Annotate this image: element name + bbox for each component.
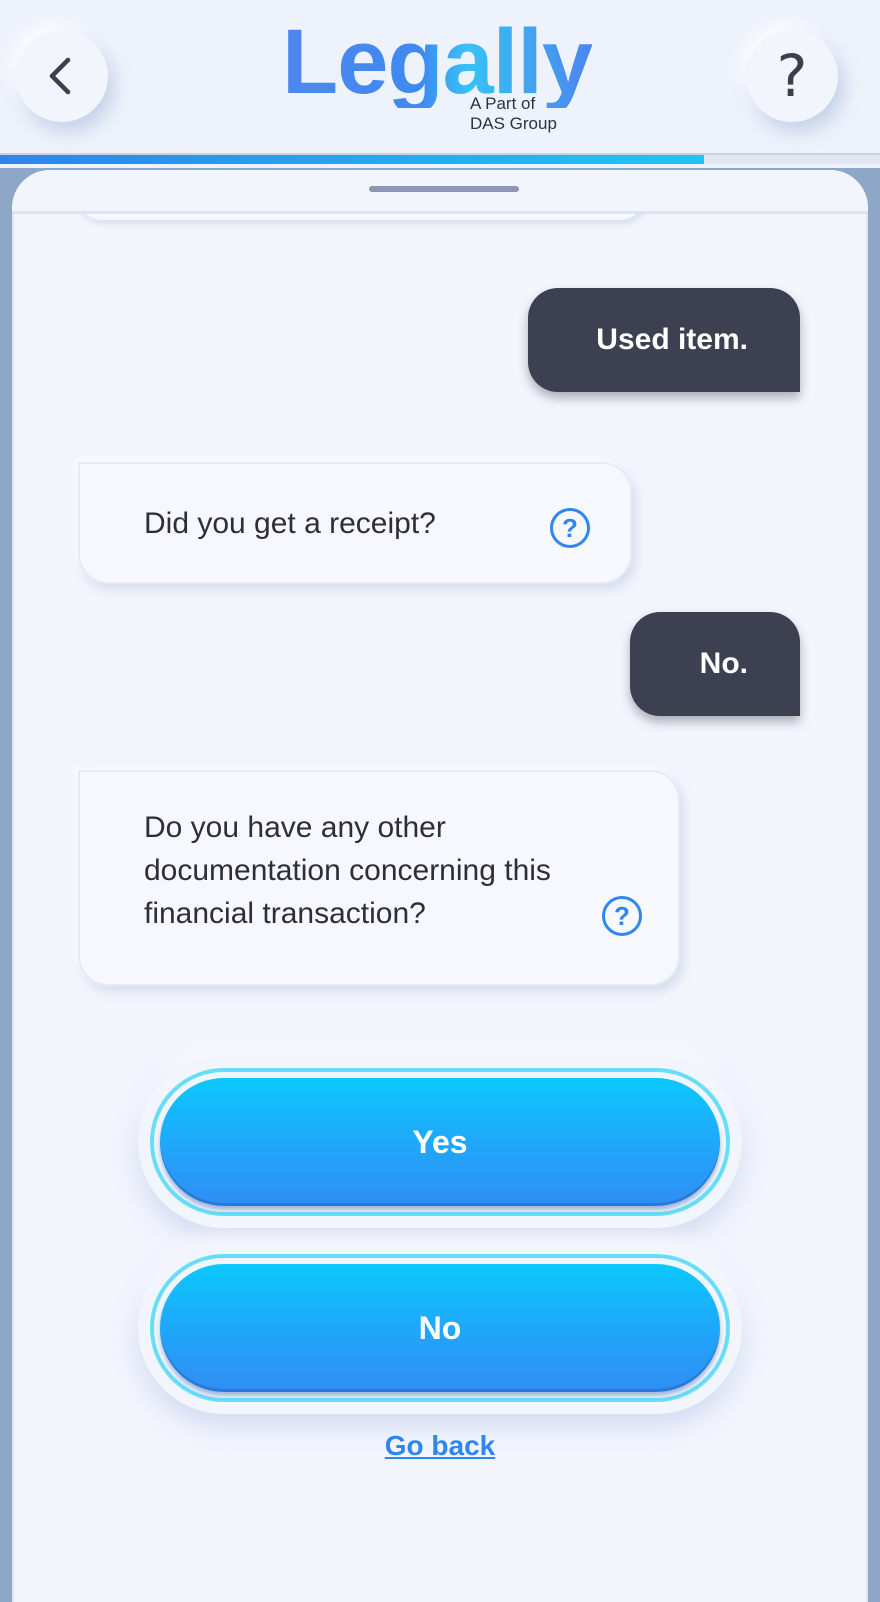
chevron-left-icon — [49, 57, 71, 95]
user-message-bubble: No. — [630, 612, 800, 716]
back-button[interactable] — [16, 30, 108, 122]
question-help-icon[interactable]: ? — [602, 896, 642, 936]
no-button[interactable]: No — [150, 1254, 730, 1402]
yes-button[interactable]: Yes — [150, 1068, 730, 1216]
question-help-icon[interactable]: ? — [550, 508, 590, 548]
chat-panel: Used item. Did you get a receipt? ? No. … — [12, 170, 868, 1602]
help-button[interactable]: ? — [746, 30, 838, 122]
bot-message-bubble: Do you have any other documentation conc… — [78, 770, 680, 986]
user-message-text: No. — [699, 647, 748, 680]
drag-handle[interactable] — [369, 186, 519, 192]
no-button-frame: No — [138, 1242, 742, 1414]
yes-button-frame: Yes — [138, 1056, 742, 1228]
panel-header — [12, 170, 868, 214]
no-button-label: No — [160, 1264, 720, 1392]
progress-fill — [0, 155, 704, 164]
help-icon: ? — [776, 42, 808, 110]
progress-bar — [0, 153, 880, 164]
logo-subtitle: A Part of DAS Group — [470, 94, 557, 133]
legally-logo: Legally A Part of DAS Group — [282, 16, 593, 140]
user-message-text: Used item. — [596, 323, 748, 356]
top-bar: Legally A Part of DAS Group ? — [0, 0, 880, 168]
bot-message-text: Do you have any other documentation conc… — [144, 811, 551, 930]
user-message-bubble: Used item. — [528, 288, 800, 392]
bot-message-text: Did you get a receipt? — [144, 507, 436, 540]
go-back-link[interactable]: Go back — [12, 1430, 868, 1462]
bot-message-bubble: Did you get a receipt? ? — [78, 462, 632, 584]
yes-button-label: Yes — [160, 1078, 720, 1206]
